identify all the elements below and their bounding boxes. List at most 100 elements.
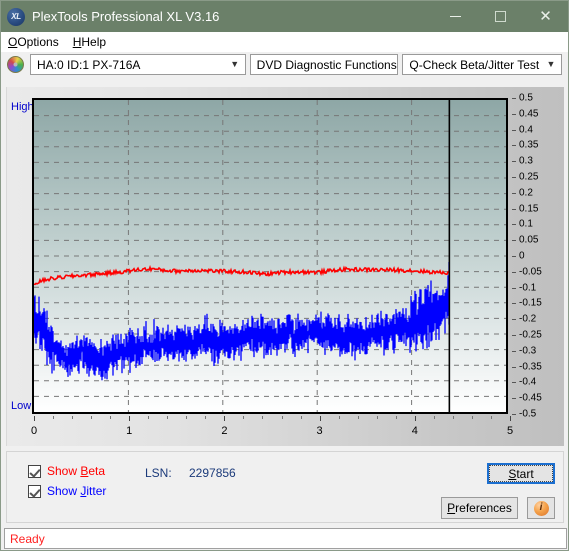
x-tick-mark — [338, 416, 340, 419]
menu-item-options-label: Options — [17, 34, 59, 49]
minimize-icon[interactable] — [433, 1, 478, 32]
status-text: Ready — [10, 531, 45, 546]
show-jitter-label: Show Jitter — [47, 484, 107, 498]
window-title: PlexTools Professional XL V3.16 — [32, 9, 220, 24]
chevron-down-icon: ▼ — [546, 59, 556, 69]
y-tick-label: -0.35 — [519, 361, 542, 373]
y-tick-label: -0.1 — [519, 282, 537, 294]
y-tick-label: 0.4 — [519, 124, 533, 136]
x-tick-mark — [224, 416, 226, 421]
x-tick-mark — [452, 416, 454, 419]
x-tick-mark — [510, 416, 511, 421]
x-tick-label: 4 — [411, 425, 418, 437]
y-tick-mark — [512, 303, 516, 305]
x-tick-mark — [490, 416, 492, 419]
x-tick-mark — [72, 416, 74, 419]
plot-svg — [34, 100, 506, 412]
menu-bar: OOptions HHelp — [1, 32, 568, 52]
x-tick-label: 1 — [126, 425, 133, 437]
y-tick-mark — [512, 240, 516, 242]
x-tick-label: 3 — [316, 425, 323, 437]
x-tick-mark — [376, 416, 378, 419]
x-tick-mark — [395, 416, 397, 419]
maximize-icon[interactable] — [478, 1, 523, 32]
y-tick-label: -0.4 — [519, 376, 537, 388]
xl-logo-icon: XL — [7, 7, 25, 26]
close-icon[interactable]: ✕ — [523, 1, 568, 32]
test-select-value: Q-Check Beta/Jitter Test — [409, 57, 540, 72]
chart-panel: High Low 0.5 0.45 0.4 0.35 0.3 0.25 0.2 0.15 0.1… — [6, 87, 564, 446]
disc-icon — [7, 56, 24, 73]
x-tick-mark — [110, 416, 112, 419]
y-tick-label: 0.05 — [519, 234, 539, 246]
y-tick-mark — [512, 192, 516, 194]
y-tick-label: -0.25 — [519, 329, 542, 341]
menu-item-help-label: Help — [81, 34, 107, 49]
function-select[interactable]: DVD Diagnostic Functions ▼ — [249, 54, 399, 75]
y-tick-label: 0.3 — [519, 155, 533, 167]
x-tick-mark — [471, 416, 473, 419]
x-tick-mark — [300, 416, 302, 419]
show-beta-checkbox[interactable]: Show Beta — [28, 464, 105, 478]
x-tick-mark — [433, 416, 435, 419]
y-tick-label: -0.2 — [519, 313, 537, 325]
preferences-button[interactable]: Preferences — [441, 497, 518, 519]
show-jitter-checkbox[interactable]: Show Jitter — [28, 484, 106, 498]
x-tick-mark — [243, 416, 245, 419]
beta-series — [34, 264, 450, 286]
y-tick-mark — [512, 319, 516, 321]
preferences-button-label: Preferences — [447, 501, 512, 515]
y-tick-label: 0.45 — [519, 108, 539, 120]
y-tick-label: 0.1 — [519, 218, 533, 230]
y-tick-label: 0 — [519, 250, 525, 262]
y-tick-mark — [512, 414, 516, 415]
function-select-value: DVD Diagnostic Functions — [256, 57, 397, 72]
menu-item-options[interactable]: OOptions — [8, 35, 59, 49]
y-axis: 0.5 0.45 0.4 0.35 0.3 0.25 0.2 0.15 0.1 0.05 0 -0.0… — [512, 93, 564, 420]
beta-jitter-plot — [32, 98, 508, 414]
show-beta-label: Show Beta — [47, 464, 106, 478]
status-bar: Ready — [4, 528, 567, 549]
y-tick-label: -0.5 — [519, 408, 537, 420]
window-controls: ✕ — [433, 1, 568, 32]
lsn-label: LSN: — [145, 466, 172, 480]
y-tick-mark — [512, 145, 516, 147]
y-tick-mark — [512, 129, 516, 131]
x-tick-mark — [262, 416, 264, 419]
y-tick-mark — [512, 350, 516, 352]
y-tick-label: -0.15 — [519, 297, 542, 309]
menu-item-help[interactable]: HHelp — [73, 35, 106, 49]
y-tick-mark — [512, 382, 516, 384]
x-tick-label: 0 — [30, 425, 38, 437]
chevron-down-icon: ▼ — [230, 59, 240, 69]
plextools-window: XL PlexTools Professional XL V3.16 ✕ OOp… — [0, 0, 569, 551]
y-tick-mark — [512, 224, 516, 226]
chevron-down-icon: ▼ — [397, 60, 398, 69]
x-tick-mark — [186, 416, 188, 419]
x-tick-mark — [319, 416, 321, 421]
lsn-value: 2297856 — [189, 466, 236, 480]
x-axis: 0 1 2 3 4 5 — [30, 416, 514, 442]
x-tick-mark — [148, 416, 150, 419]
y-tick-mark — [512, 208, 516, 210]
title-bar: XL PlexTools Professional XL V3.16 ✕ — [1, 1, 568, 32]
y-tick-label: -0.3 — [519, 345, 537, 357]
info-button[interactable]: i — [527, 497, 555, 519]
info-icon: i — [533, 500, 549, 516]
start-button[interactable]: Start — [487, 463, 555, 484]
y-tick-mark — [512, 256, 516, 257]
drive-select-value: HA:0 ID:1 PX-716A — [37, 57, 141, 72]
y-tick-mark — [512, 177, 516, 178]
y-tick-label: 0.25 — [519, 171, 539, 183]
y-tick-label: 0.15 — [519, 203, 539, 215]
test-select[interactable]: Q-Check Beta/Jitter Test ▼ — [402, 54, 562, 75]
x-tick-label: 5 — [506, 425, 514, 437]
x-tick-mark — [34, 416, 35, 421]
controls-panel: Show Beta Show Jitter LSN: 2297856 Start… — [6, 451, 564, 523]
x-tick-mark — [357, 416, 359, 419]
drive-select[interactable]: HA:0 ID:1 PX-716A ▼ — [30, 54, 246, 75]
y-tick-mark — [512, 113, 516, 115]
axis-label-low: Low — [11, 400, 32, 412]
y-tick-mark — [512, 398, 516, 400]
y-tick-label: -0.45 — [519, 392, 542, 404]
